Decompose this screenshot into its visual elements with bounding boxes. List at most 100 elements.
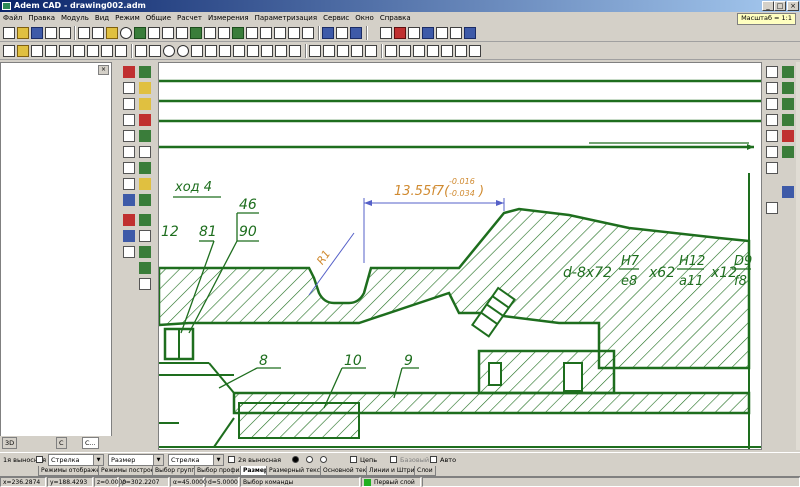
- roughness-tool-icon[interactable]: [441, 45, 453, 57]
- vtool-17-icon[interactable]: [139, 178, 151, 190]
- mode-radio-1[interactable]: [292, 456, 299, 463]
- rtool-6-icon[interactable]: [782, 98, 794, 110]
- tb2-g-icon[interactable]: [87, 45, 99, 57]
- dimension-type-select[interactable]: Размер ▼: [108, 454, 164, 466]
- dimension-value[interactable]: 13.55f7(: [394, 184, 450, 199]
- tolerance-tool-icon[interactable]: [455, 45, 467, 57]
- rtool-10-icon[interactable]: [782, 130, 794, 142]
- tb2-f-icon[interactable]: [73, 45, 85, 57]
- chain-checkbox[interactable]: [350, 456, 357, 463]
- vtool-11-icon[interactable]: [123, 146, 135, 158]
- offset-tool-icon[interactable]: [261, 45, 273, 57]
- rotate-icon[interactable]: [190, 27, 202, 39]
- vtool-12-icon[interactable]: [139, 146, 151, 158]
- vtool-16-icon[interactable]: [139, 162, 151, 174]
- vtool-23-icon[interactable]: [123, 246, 135, 258]
- zoom-icon[interactable]: [450, 27, 462, 39]
- print-icon[interactable]: [45, 27, 57, 39]
- ellipse-tool-icon[interactable]: [148, 27, 160, 39]
- vtool-7-icon[interactable]: [123, 114, 135, 126]
- menu-measure[interactable]: Измерения: [205, 14, 252, 22]
- tb2-a-icon[interactable]: [3, 45, 15, 57]
- text-tool-icon[interactable]: [365, 45, 377, 57]
- properties-icon[interactable]: [162, 27, 174, 39]
- menu-general[interactable]: Общие: [143, 14, 174, 22]
- base-checkbox[interactable]: [390, 456, 397, 463]
- arrow-2-select[interactable]: Стрелка ▼: [168, 454, 224, 466]
- tool-c-icon[interactable]: [350, 27, 362, 39]
- rect-tool-icon[interactable]: [149, 45, 161, 57]
- menu-window[interactable]: Окно: [352, 14, 377, 22]
- dim-linear-icon[interactable]: [309, 45, 321, 57]
- table-tool-icon[interactable]: [413, 45, 425, 57]
- rtool-4-icon[interactable]: [782, 82, 794, 94]
- vtool-10-icon[interactable]: [139, 130, 151, 142]
- chamfer-tool-icon[interactable]: [247, 45, 259, 57]
- symbol-tool-icon[interactable]: [427, 45, 439, 57]
- tb2-c-icon[interactable]: [31, 45, 43, 57]
- help-icon[interactable]: [464, 27, 476, 39]
- vtool-13-icon[interactable]: [123, 162, 135, 174]
- snap-icon[interactable]: [422, 27, 434, 39]
- redo-icon[interactable]: [115, 45, 127, 57]
- mode-radio-2[interactable]: [306, 456, 313, 463]
- vertical-scrollbar[interactable]: [796, 62, 800, 450]
- menu-mode[interactable]: Режим: [112, 14, 143, 22]
- menu-module[interactable]: Модуль: [58, 14, 92, 22]
- vtool-22-icon[interactable]: [139, 230, 151, 242]
- block-tool-icon[interactable]: [399, 45, 411, 57]
- ext-line-2-checkbox[interactable]: [228, 456, 235, 463]
- cut-icon[interactable]: [78, 27, 90, 39]
- open-folder-icon[interactable]: [17, 27, 29, 39]
- polyline-tool-icon[interactable]: [219, 45, 231, 57]
- new-file-icon[interactable]: [3, 27, 15, 39]
- fillet-tool-icon[interactable]: [233, 45, 245, 57]
- copy-icon[interactable]: [92, 27, 104, 39]
- spline-tool-icon[interactable]: [205, 45, 217, 57]
- vtool-3-icon[interactable]: [123, 82, 135, 94]
- minimize-button[interactable]: _: [762, 1, 774, 11]
- line-tool-icon[interactable]: [135, 45, 147, 57]
- menu-edit[interactable]: Правка: [25, 14, 58, 22]
- drawing-canvas[interactable]: 13.55f7( -0.016 -0.034 ) R1 ход 4 46 90 …: [158, 62, 762, 450]
- vtool-8-icon[interactable]: [139, 114, 151, 126]
- vtool-4-icon[interactable]: [139, 82, 151, 94]
- tab-c2[interactable]: С...: [82, 437, 99, 449]
- arrow-1-select[interactable]: Стрелка ▼: [48, 454, 104, 466]
- tool-b-icon[interactable]: [336, 27, 348, 39]
- shape-icon[interactable]: [232, 27, 244, 39]
- cube-icon[interactable]: [302, 27, 314, 39]
- print-preview-icon[interactable]: [59, 27, 71, 39]
- circle3-tool-icon[interactable]: [177, 45, 189, 57]
- tab-layers[interactable]: Слои: [414, 466, 436, 476]
- save-icon[interactable]: [31, 27, 43, 39]
- menu-file[interactable]: Файл: [0, 14, 25, 22]
- mirror-icon[interactable]: [218, 27, 230, 39]
- view-side-icon[interactable]: [260, 27, 272, 39]
- layer-icon[interactable]: [380, 27, 392, 39]
- view-iso-icon[interactable]: [288, 27, 300, 39]
- rtool-1-icon[interactable]: [766, 66, 778, 78]
- vtool-21-icon[interactable]: [123, 230, 135, 242]
- rtool-11-icon[interactable]: [766, 146, 778, 158]
- vtool-1-icon[interactable]: [123, 66, 135, 78]
- vtool-5-icon[interactable]: [123, 98, 135, 110]
- rtool-7-icon[interactable]: [766, 114, 778, 126]
- vtool-9-icon[interactable]: [123, 130, 135, 142]
- vtool-15-icon[interactable]: [123, 194, 135, 206]
- model-tree-panel[interactable]: ×: [0, 62, 112, 442]
- tab-c1[interactable]: С: [56, 437, 67, 449]
- rtool-9-icon[interactable]: [766, 130, 778, 142]
- move-icon[interactable]: [204, 27, 216, 39]
- mode-radio-3[interactable]: [320, 456, 327, 463]
- close-button[interactable]: ×: [787, 1, 799, 11]
- arc-tool-icon[interactable]: [191, 45, 203, 57]
- dim-diameter-icon[interactable]: [351, 45, 363, 57]
- select-icon[interactable]: [134, 27, 146, 39]
- vtool-26-icon[interactable]: [139, 278, 151, 290]
- stop-icon[interactable]: [394, 27, 406, 39]
- tb2-b-icon[interactable]: [17, 45, 29, 57]
- rtool-15-icon[interactable]: [766, 202, 778, 214]
- auto-checkbox[interactable]: [430, 456, 437, 463]
- vtool-25-icon[interactable]: [139, 262, 151, 274]
